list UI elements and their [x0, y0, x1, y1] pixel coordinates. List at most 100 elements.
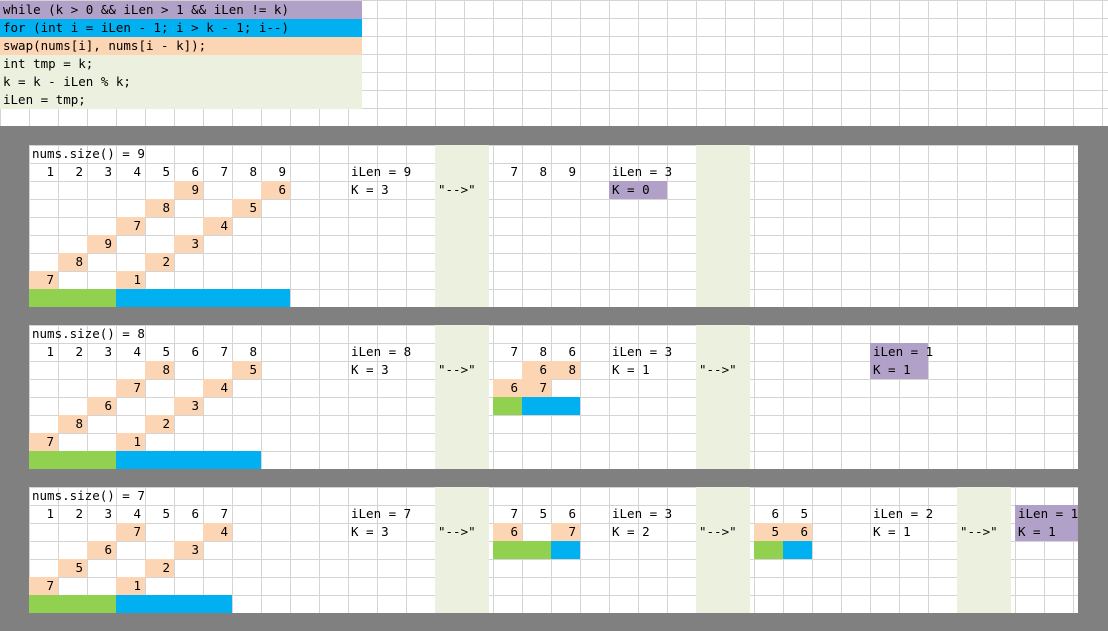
- value-cell[interactable]: 1: [29, 163, 58, 181]
- ilen-label[interactable]: iLen = 3: [609, 343, 696, 361]
- code-line-for[interactable]: for (int i = iLen - 1; i > k - 1; i--): [0, 19, 362, 37]
- value-cell[interactable]: 8: [58, 253, 87, 271]
- value-cell[interactable]: 5: [783, 505, 812, 523]
- value-cell[interactable]: 7: [203, 343, 232, 361]
- k-label[interactable]: K = 1: [870, 361, 928, 379]
- value-cell[interactable]: 6: [551, 505, 580, 523]
- value-cell[interactable]: 1: [29, 343, 58, 361]
- value-cell[interactable]: 8: [522, 343, 551, 361]
- value-cell[interactable]: 2: [58, 505, 87, 523]
- value-cell[interactable]: 9: [551, 163, 580, 181]
- arrow-label[interactable]: "-->": [435, 523, 522, 541]
- k-label[interactable]: K = 3: [348, 181, 435, 199]
- value-cell[interactable]: 6: [174, 505, 203, 523]
- ilen-label[interactable]: iLen = 7: [348, 505, 435, 523]
- value-cell[interactable]: 6: [551, 343, 580, 361]
- ilen-label[interactable]: iLen = 9: [348, 163, 435, 181]
- k-label[interactable]: K = 1: [870, 523, 957, 541]
- value-cell[interactable]: 3: [174, 397, 203, 415]
- value-cell[interactable]: 5: [58, 559, 87, 577]
- value-cell[interactable]: 2: [58, 343, 87, 361]
- value-cell[interactable]: 1: [116, 271, 145, 289]
- ilen-label[interactable]: iLen = 1: [1015, 505, 1078, 523]
- value-cell[interactable]: 5: [145, 343, 174, 361]
- value-cell[interactable]: 6: [87, 541, 116, 559]
- value-cell[interactable]: 7: [203, 163, 232, 181]
- k-label[interactable]: K = 1: [609, 361, 696, 379]
- value-cell[interactable]: 3: [87, 343, 116, 361]
- value-cell[interactable]: 7: [551, 523, 580, 541]
- value-cell[interactable]: 8: [232, 163, 261, 181]
- arrow-label[interactable]: "-->": [696, 523, 783, 541]
- value-cell[interactable]: 6: [522, 361, 551, 379]
- value-cell[interactable]: 8: [145, 199, 174, 217]
- value-cell[interactable]: 7: [29, 577, 58, 595]
- ilen-label[interactable]: iLen = 1: [870, 343, 933, 361]
- value-cell[interactable]: 6: [493, 379, 522, 397]
- code-line-k-update[interactable]: k = k - iLen % k;: [0, 73, 362, 91]
- value-cell[interactable]: 9: [87, 235, 116, 253]
- spreadsheet[interactable]: while (k > 0 && iLen > 1 && iLen != k) f…: [0, 0, 1108, 631]
- value-cell[interactable]: 7: [493, 163, 522, 181]
- code-line-ilen-update[interactable]: iLen = tmp;: [0, 91, 362, 109]
- value-cell[interactable]: 7: [29, 271, 58, 289]
- k-label[interactable]: K = 1: [1015, 523, 1078, 541]
- ilen-label[interactable]: iLen = 3: [609, 505, 696, 523]
- arrow-label[interactable]: "-->": [435, 361, 522, 379]
- value-cell[interactable]: 7: [522, 379, 551, 397]
- value-cell[interactable]: 4: [203, 217, 232, 235]
- value-cell[interactable]: 1: [29, 505, 58, 523]
- value-cell[interactable]: 3: [174, 235, 203, 253]
- code-line-swap[interactable]: swap(nums[i], nums[i - k]);: [0, 37, 362, 55]
- value-cell[interactable]: 7: [116, 523, 145, 541]
- value-cell[interactable]: 5: [232, 361, 261, 379]
- value-cell[interactable]: 4: [116, 163, 145, 181]
- value-cell[interactable]: 5: [145, 505, 174, 523]
- value-cell[interactable]: 6: [174, 343, 203, 361]
- value-cell[interactable]: 3: [87, 163, 116, 181]
- value-cell[interactable]: 9: [174, 181, 203, 199]
- value-cell[interactable]: 7: [116, 217, 145, 235]
- value-cell[interactable]: 4: [116, 343, 145, 361]
- value-cell[interactable]: 8: [522, 163, 551, 181]
- value-cell[interactable]: 7: [29, 433, 58, 451]
- value-cell[interactable]: 7: [493, 505, 522, 523]
- value-cell[interactable]: 2: [145, 415, 174, 433]
- value-cell[interactable]: 7: [493, 343, 522, 361]
- value-cell[interactable]: 2: [145, 253, 174, 271]
- value-cell[interactable]: 7: [116, 379, 145, 397]
- value-cell[interactable]: 9: [261, 163, 290, 181]
- value-cell[interactable]: 1: [116, 577, 145, 595]
- value-cell[interactable]: 6: [754, 505, 783, 523]
- value-cell[interactable]: 5: [145, 163, 174, 181]
- value-cell[interactable]: 8: [551, 361, 580, 379]
- value-cell[interactable]: 5: [232, 199, 261, 217]
- value-cell[interactable]: 6: [261, 181, 290, 199]
- value-cell[interactable]: 8: [145, 361, 174, 379]
- k-label[interactable]: K = 3: [348, 523, 435, 541]
- value-cell[interactable]: 4: [203, 523, 232, 541]
- value-cell[interactable]: 1: [116, 433, 145, 451]
- arrow-label[interactable]: "-->": [696, 361, 783, 379]
- value-cell[interactable]: 2: [145, 559, 174, 577]
- arrow-label[interactable]: "-->": [435, 181, 522, 199]
- value-cell[interactable]: 2: [58, 163, 87, 181]
- k-label[interactable]: K = 0: [609, 181, 667, 199]
- k-label[interactable]: K = 3: [348, 361, 435, 379]
- ilen-label[interactable]: iLen = 3: [609, 163, 696, 181]
- value-cell[interactable]: 3: [87, 505, 116, 523]
- value-cell[interactable]: 7: [203, 505, 232, 523]
- value-cell[interactable]: 6: [174, 163, 203, 181]
- ilen-label[interactable]: iLen = 8: [348, 343, 435, 361]
- value-cell[interactable]: 4: [116, 505, 145, 523]
- value-cell[interactable]: 8: [58, 415, 87, 433]
- value-cell[interactable]: 3: [174, 541, 203, 559]
- value-cell[interactable]: 5: [522, 505, 551, 523]
- k-label[interactable]: K = 2: [609, 523, 696, 541]
- ilen-label[interactable]: iLen = 2: [870, 505, 957, 523]
- code-line-tmp[interactable]: int tmp = k;: [0, 55, 362, 73]
- value-cell[interactable]: 6: [783, 523, 812, 541]
- code-line-while[interactable]: while (k > 0 && iLen > 1 && iLen != k): [0, 1, 362, 19]
- value-cell[interactable]: 4: [203, 379, 232, 397]
- value-cell[interactable]: 6: [87, 397, 116, 415]
